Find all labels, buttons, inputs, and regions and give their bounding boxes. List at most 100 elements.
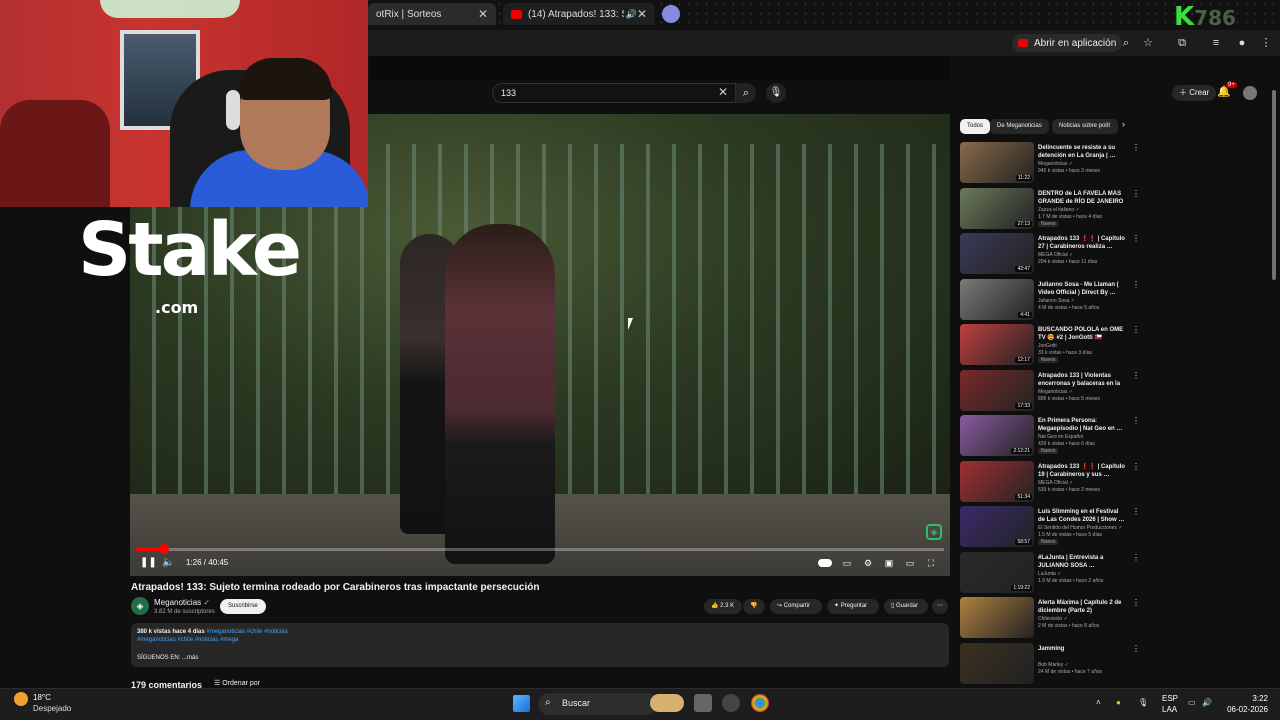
video-thumbnail[interactable]: 27:13 — [960, 187, 1034, 229]
recommendation-channel[interactable]: Julianno Sosa ✓ — [1038, 298, 1075, 304]
ask-button[interactable]: ✦ Preguntar — [827, 599, 879, 614]
new-tab-icon[interactable] — [662, 5, 680, 23]
recommendation-channel[interactable]: LaJunta ✓ — [1038, 571, 1061, 577]
tray-app-icon[interactable]: ● — [1116, 698, 1121, 707]
recommendation-title[interactable]: Atrapados 133 ❗❗ | Capítulo 19 | Carabin… — [1038, 463, 1126, 479]
recommendation-title[interactable]: Luis Slimming en el Festival de Las Cond… — [1038, 508, 1126, 524]
extensions-icon[interactable]: ⧉ — [1174, 35, 1190, 51]
subtitles-icon[interactable]: ▭ — [840, 556, 854, 570]
audio-icon[interactable]: 🔊 — [626, 9, 637, 20]
recommendation-title[interactable]: Jamming — [1038, 645, 1126, 653]
recommendation-channel[interactable]: Nat Geo en Español — [1038, 434, 1083, 440]
sort-comments-button[interactable]: ☰ Ordenar por — [214, 679, 260, 687]
settings-gear-icon[interactable]: ⚙ — [861, 556, 875, 570]
app-icon[interactable] — [722, 694, 740, 712]
recommendation-channel[interactable]: MEGA Oficial ✓ — [1038, 480, 1073, 486]
share-button[interactable]: ↪ Compartir — [770, 599, 822, 614]
clear-search-icon[interactable]: ✕ — [718, 85, 728, 99]
recommendation-item[interactable]: Jamming Bob Marley ✓ 24 M de vistas • hace… — [960, 642, 1140, 687]
more-actions-icon[interactable]: ⋯ — [932, 599, 948, 614]
channel-watermark-icon[interactable]: ◈ — [926, 524, 942, 540]
more-options-icon[interactable]: ⋮ — [1132, 598, 1140, 607]
more-options-icon[interactable]: ⋮ — [1132, 553, 1140, 562]
more-options-icon[interactable]: ⋮ — [1132, 325, 1140, 334]
more-options-icon[interactable]: ⋮ — [1132, 462, 1140, 471]
weather-description[interactable]: Despejado — [33, 704, 71, 713]
chevron-right-icon[interactable]: › — [1122, 119, 1125, 129]
microphone-icon[interactable]: 🎙 — [766, 83, 786, 103]
video-thumbnail[interactable]: 12:17 — [960, 324, 1034, 365]
search-input[interactable] — [492, 83, 736, 103]
windows-start-icon[interactable] — [513, 695, 530, 712]
close-tab-icon[interactable]: ✕ — [478, 7, 488, 21]
zoom-icon[interactable]: ⌕ — [1118, 35, 1134, 51]
chip-from-channel[interactable]: De Meganoticias — [990, 119, 1049, 134]
fullscreen-icon[interactable]: ⛶ — [924, 556, 938, 570]
video-thumbnail[interactable]: 4:41 — [960, 278, 1034, 320]
description-follow-more[interactable]: SÍGUENOS EN: ...más — [137, 655, 198, 661]
recommendation-item[interactable]: 2:12:21 En Primera Persona: Megaepisodio … — [960, 415, 1140, 459]
more-options-icon[interactable]: ⋮ — [1132, 416, 1140, 425]
like-button[interactable]: 👍 2.3 K — [704, 599, 742, 614]
recommendation-title[interactable]: Atrapados 133 | Violentas encerronas y b… — [1038, 372, 1126, 388]
save-button[interactable]: ▯ Guardar — [884, 599, 928, 614]
bookmark-star-icon[interactable]: ☆ — [1140, 35, 1156, 51]
subscribe-button[interactable]: Suscribirse — [220, 599, 266, 614]
recommendation-title[interactable]: BUSCANDO POLOLA en OME TV 😍 #2 | JonGott… — [1038, 326, 1126, 342]
more-options-icon[interactable]: ⋮ — [1132, 189, 1140, 198]
miniplayer-icon[interactable]: ▣ — [882, 556, 896, 570]
channel-avatar[interactable]: ◈ — [131, 597, 149, 615]
progress-bar[interactable] — [136, 548, 944, 551]
more-options-icon[interactable]: ⋮ — [1132, 234, 1140, 243]
recommendation-item[interactable]: 17:33 Atrapados 133 | Violentas encerrona… — [960, 369, 1140, 414]
recommendation-channel[interactable]: Chilevisión ✓ — [1038, 616, 1068, 622]
description-hashtags[interactable]: #meganoticias #chile #noticias #mega — [137, 637, 238, 643]
recommendation-channel[interactable]: Meganoticias ✓ — [1038, 161, 1073, 167]
video-thumbnail[interactable]: 2:12:21 — [960, 415, 1034, 456]
video-thumbnail[interactable]: 1:19:22 — [960, 551, 1034, 593]
recommendation-title[interactable]: Alerta Máxima | Capítulo 2 de diciembre … — [1038, 599, 1126, 615]
chrome-icon[interactable] — [751, 694, 769, 712]
theater-mode-icon[interactable]: ▭ — [903, 556, 917, 570]
recommendation-title[interactable]: Delincuente se resiste a su detención en… — [1038, 144, 1126, 160]
video-thumbnail[interactable]: 11:22 — [960, 142, 1034, 183]
widgets-icon[interactable] — [650, 694, 684, 712]
recommendation-channel[interactable]: El Sentido del Humor Producciones ✓ — [1038, 525, 1123, 531]
autoplay-toggle[interactable] — [818, 559, 832, 567]
recommendation-item[interactable]: 42:47 Atrapados 133 ❗❗ | Capítulo 27 | Ca… — [960, 233, 1140, 277]
page-scrollbar[interactable] — [1272, 90, 1276, 280]
more-options-icon[interactable]: ⋮ — [1132, 644, 1140, 653]
recommendation-item[interactable]: 12:17 BUSCANDO POLOLA en OME TV 😍 #2 | Jo… — [960, 324, 1140, 368]
create-button[interactable]: ＋ Crear — [1172, 85, 1217, 101]
weather-sun-icon[interactable] — [14, 692, 28, 706]
recommendation-item[interactable]: 11:22 Delincuente se resiste a su detenci… — [960, 142, 1140, 186]
clock-time[interactable]: 3:22 — [1222, 694, 1268, 703]
video-thumbnail[interactable]: 51:34 — [960, 460, 1034, 502]
tab-youtube-video[interactable]: (14) Atrapados! 133: Sujet… 🔊 ✕ — [503, 3, 655, 25]
media-controls-icon[interactable]: ≡ — [1208, 35, 1224, 51]
chip-all[interactable]: Todos — [960, 119, 991, 134]
show-hidden-icons-chevron-icon[interactable]: ˄ — [1096, 698, 1101, 707]
recommendation-title[interactable]: Atrapados 133 ❗❗ | Capítulo 27 | Carabin… — [1038, 235, 1126, 251]
channel-name[interactable]: Meganoticias ✓ — [154, 598, 210, 607]
hashtags[interactable]: #meganoticias #chile #noticias — [206, 629, 287, 635]
recommendation-title[interactable]: Julianno Sosa - Me Llaman ( Video Offici… — [1038, 281, 1126, 297]
video-thumbnail[interactable] — [960, 642, 1034, 684]
recommendation-item[interactable]: Alerta Máxima | Capítulo 2 de diciembre … — [960, 597, 1140, 641]
file-explorer-icon[interactable] — [694, 694, 712, 712]
account-avatar[interactable] — [1243, 86, 1257, 100]
open-in-app-button[interactable]: Abrir en aplicación — [1012, 34, 1123, 52]
tab-sorteos[interactable]: otRix | Sorteos ✕ — [368, 3, 496, 25]
recommendation-channel[interactable]: Zazza el italiano ✓ — [1038, 207, 1080, 213]
chip-politics-news[interactable]: Noticias sobre polít — [1052, 119, 1118, 134]
microphone-icon[interactable]: 🎙 — [1138, 698, 1148, 707]
more-options-icon[interactable]: ⋮ — [1132, 280, 1140, 289]
more-options-icon[interactable]: ⋮ — [1132, 143, 1140, 152]
clock-date[interactable]: 06-02-2026 — [1222, 705, 1268, 714]
pause-icon[interactable]: ❚❚ — [140, 556, 157, 570]
dislike-button[interactable]: 👎 — [743, 599, 765, 614]
network-icon[interactable]: ▭ — [1188, 698, 1196, 707]
volume-icon[interactable]: 🔊 — [1202, 698, 1212, 707]
more-options-icon[interactable]: ⋮ — [1132, 507, 1140, 516]
recommendation-channel[interactable]: JonGotti — [1038, 343, 1057, 349]
